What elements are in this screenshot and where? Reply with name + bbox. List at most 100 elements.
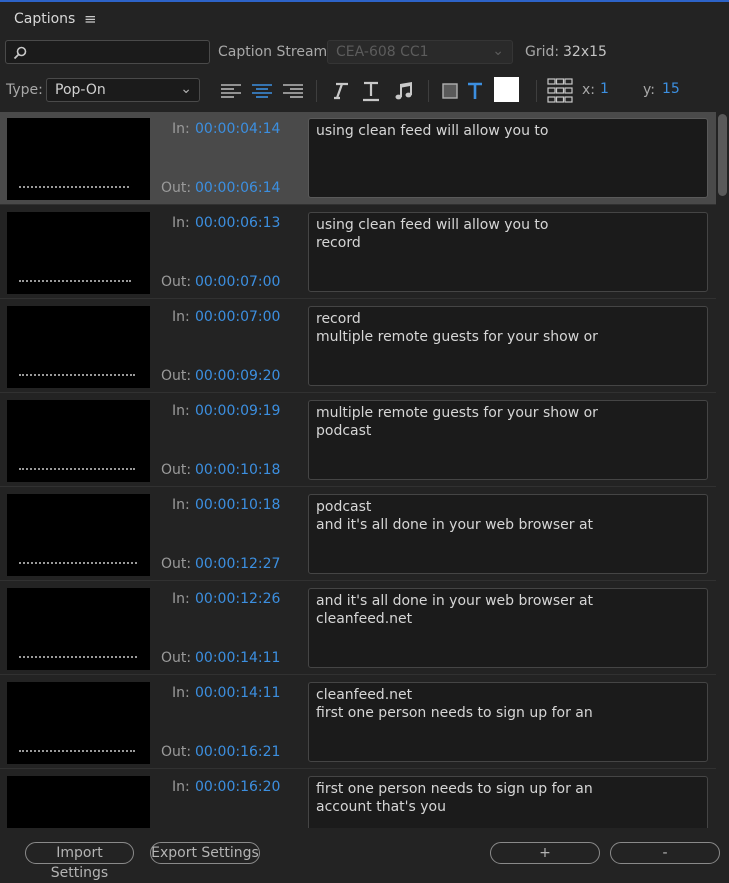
in-timecode[interactable]: 00:00:09:19 bbox=[195, 403, 280, 419]
caption-row[interactable]: In: 00:00:14:11 Out: 00:00:16:21 cleanfeed.n… bbox=[0, 676, 716, 769]
chevron-down-icon: ⌄ bbox=[492, 43, 504, 59]
caption-preview-text bbox=[19, 280, 131, 285]
caption-text-field[interactable]: and it's all done in your web browser at… bbox=[308, 588, 708, 668]
caption-thumbnail bbox=[7, 682, 150, 764]
scrollbar-track[interactable] bbox=[716, 112, 729, 828]
type-select[interactable]: Pop-On ⌄ bbox=[46, 78, 200, 102]
caption-thumbnail bbox=[7, 212, 150, 294]
caption-row[interactable]: In: 00:00:04:14 Out: 00:00:06:14 using clean… bbox=[0, 112, 716, 205]
caption-text-field[interactable]: cleanfeed.net first one person needs to s… bbox=[308, 682, 708, 762]
caption-text-line: and it's all done in your web browser at bbox=[316, 517, 594, 533]
caption-text-line: and it's all done in your web browser at bbox=[316, 593, 594, 609]
y-value[interactable]: 15 bbox=[662, 81, 680, 97]
out-label: Out: bbox=[161, 274, 192, 290]
caption-text-field[interactable]: first one person needs to sign up for an… bbox=[308, 776, 708, 828]
caption-text-line: using clean feed will allow you to bbox=[316, 123, 549, 139]
caption-preview-text bbox=[19, 750, 135, 755]
position-grid-icon[interactable] bbox=[547, 78, 573, 103]
caption-text-line: multiple remote guests for your show or bbox=[316, 329, 598, 345]
toolbar-divider bbox=[316, 80, 317, 102]
text-color-icon[interactable] bbox=[464, 80, 488, 102]
out-label: Out: bbox=[161, 180, 192, 196]
caption-text-line: podcast bbox=[316, 499, 372, 515]
out-timecode[interactable]: 00:00:10:18 bbox=[195, 462, 280, 478]
caption-thumbnail bbox=[7, 400, 150, 482]
add-caption-button[interactable]: + bbox=[490, 842, 600, 864]
caption-stream-label: Caption Stream: bbox=[218, 44, 332, 60]
align-left-icon[interactable] bbox=[219, 80, 243, 102]
caption-thumbnail bbox=[7, 588, 150, 670]
caption-text-field[interactable]: using clean feed will allow you to bbox=[308, 118, 708, 198]
caption-text-line: record bbox=[316, 235, 361, 251]
in-timecode[interactable]: 00:00:04:14 bbox=[195, 121, 280, 137]
caption-text-line: first one person needs to sign up for an bbox=[316, 705, 593, 721]
out-timecode[interactable]: 00:00:06:14 bbox=[195, 180, 280, 196]
out-timecode[interactable]: 00:00:12:27 bbox=[195, 556, 280, 572]
align-right-icon[interactable] bbox=[281, 80, 305, 102]
align-center-icon[interactable] bbox=[250, 80, 274, 102]
caption-thumbnail bbox=[7, 776, 150, 828]
remove-caption-button[interactable]: - bbox=[610, 842, 720, 864]
caption-stream-value: CEA-608 CC1 bbox=[336, 44, 429, 60]
in-label: In: bbox=[172, 497, 190, 513]
in-timecode[interactable]: 00:00:07:00 bbox=[195, 309, 280, 325]
caption-row[interactable]: In: 00:00:09:19 Out: 00:00:10:18 multiple re… bbox=[0, 394, 716, 487]
caption-text-line: multiple remote guests for your show or bbox=[316, 405, 598, 421]
caption-text-field[interactable]: using clean feed will allow you to record bbox=[308, 212, 708, 292]
type-label: Type: bbox=[6, 82, 43, 98]
caption-row[interactable]: In: 00:00:10:18 Out: 00:00:12:27 podcast and … bbox=[0, 488, 716, 581]
in-timecode[interactable]: 00:00:14:11 bbox=[195, 685, 280, 701]
scrollbar-thumb[interactable] bbox=[718, 114, 727, 196]
search-input[interactable] bbox=[5, 40, 210, 64]
music-note-icon[interactable] bbox=[392, 80, 416, 102]
caption-thumbnail bbox=[7, 118, 150, 200]
in-timecode[interactable]: 00:00:16:20 bbox=[195, 779, 280, 795]
caption-list: In: 00:00:04:14 Out: 00:00:06:14 using clean… bbox=[0, 112, 716, 828]
caption-text-line: cleanfeed.net bbox=[316, 687, 413, 703]
caption-preview-text bbox=[19, 656, 137, 661]
in-label: In: bbox=[172, 591, 190, 607]
out-timecode[interactable]: 00:00:14:11 bbox=[195, 650, 280, 666]
caption-text-line: first one person needs to sign up for an bbox=[316, 781, 593, 797]
out-timecode[interactable]: 00:00:07:00 bbox=[195, 274, 280, 290]
caption-text-field[interactable]: multiple remote guests for your show or p… bbox=[308, 400, 708, 480]
grid-value: 32x15 bbox=[563, 44, 607, 60]
import-settings-button[interactable]: Import Settings bbox=[25, 842, 134, 881]
caption-text-line: podcast bbox=[316, 423, 372, 439]
in-label: In: bbox=[172, 121, 190, 137]
caption-thumbnail bbox=[7, 494, 150, 576]
out-label: Out: bbox=[161, 556, 192, 572]
toolbar-divider bbox=[536, 80, 537, 102]
in-label: In: bbox=[172, 215, 190, 231]
caption-row[interactable]: In: 00:00:06:13 Out: 00:00:07:00 using clean… bbox=[0, 206, 716, 299]
caption-row[interactable]: In:00:00:16:20Out:first one person needs… bbox=[0, 770, 716, 828]
x-value[interactable]: 1 bbox=[600, 81, 609, 97]
export-settings-button[interactable]: Export Settings bbox=[150, 842, 260, 864]
in-label: In: bbox=[172, 309, 190, 325]
background-color-icon[interactable] bbox=[440, 80, 464, 102]
caption-preview-text bbox=[19, 374, 135, 379]
caption-text-field[interactable]: record multiple remote guests for your sh… bbox=[308, 306, 708, 386]
caption-text-field[interactable]: podcast and it's all done in your web bro… bbox=[308, 494, 708, 574]
caption-text-line: cleanfeed.net bbox=[316, 611, 413, 627]
caption-row[interactable]: In: 00:00:07:00 Out: 00:00:09:20 record multi… bbox=[0, 300, 716, 393]
underline-icon[interactable] bbox=[359, 80, 383, 102]
out-label: Out: bbox=[161, 462, 192, 478]
color-swatch[interactable] bbox=[494, 77, 519, 102]
in-label: In: bbox=[172, 685, 190, 701]
in-label: In: bbox=[172, 779, 190, 795]
panel-header: Captions ≡ bbox=[0, 2, 729, 36]
out-label: Out: bbox=[161, 650, 192, 666]
italic-icon[interactable] bbox=[328, 80, 352, 102]
in-timecode[interactable]: 00:00:12:26 bbox=[195, 591, 280, 607]
type-value: Pop-On bbox=[55, 82, 106, 98]
out-timecode[interactable]: 00:00:16:21 bbox=[195, 744, 280, 760]
panel-menu-icon[interactable]: ≡ bbox=[84, 10, 97, 28]
in-timecode[interactable]: 00:00:10:18 bbox=[195, 497, 280, 513]
grid-label: Grid: bbox=[525, 44, 560, 60]
out-label: Out: bbox=[161, 368, 192, 384]
out-timecode[interactable]: 00:00:09:20 bbox=[195, 368, 280, 384]
in-timecode[interactable]: 00:00:06:13 bbox=[195, 215, 280, 231]
out-label: Out: bbox=[161, 744, 192, 760]
caption-row[interactable]: In: 00:00:12:26 Out: 00:00:14:11 and it's al… bbox=[0, 582, 716, 675]
